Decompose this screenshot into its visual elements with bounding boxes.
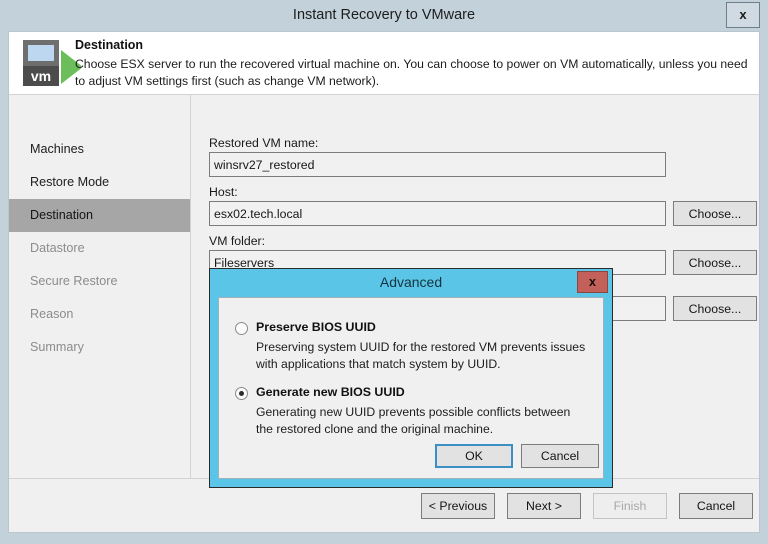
page-title: Destination <box>75 38 143 52</box>
window-close-button[interactable]: x <box>726 2 760 28</box>
sidebar-item-restore-mode[interactable]: Restore Mode <box>9 166 190 199</box>
preserve-bios-uuid-label: Preserve BIOS UUID <box>256 320 376 334</box>
previous-button[interactable]: < Previous <box>421 493 495 519</box>
window-title: Instant Recovery to VMware <box>0 0 768 31</box>
advanced-dialog-ok-button[interactable]: OK <box>435 444 513 468</box>
sidebar-item-destination[interactable]: Destination <box>9 199 190 232</box>
sidebar-item-summary[interactable]: Summary <box>9 331 190 364</box>
window-titlebar: Instant Recovery to VMware x <box>0 0 768 31</box>
generate-new-bios-uuid-label: Generate new BIOS UUID <box>256 385 405 399</box>
wizard-header: vm Destination Choose ESX server to run … <box>9 32 759 94</box>
resource-pool-choose-button[interactable]: Choose... <box>673 296 757 321</box>
instant-recovery-window: Instant Recovery to VMware x vm Destinat… <box>0 0 768 544</box>
advanced-dialog-title: Advanced <box>210 269 612 296</box>
restored-vm-name-input[interactable] <box>209 152 666 177</box>
host-label: Host: <box>209 185 238 199</box>
vm-name-label: Restored VM name: <box>209 136 318 150</box>
vm-folder-label: VM folder: <box>209 234 265 248</box>
advanced-dialog-body: Preserve BIOS UUID Preserving system UUI… <box>218 297 604 479</box>
sidebar-item-datastore[interactable]: Datastore <box>9 232 190 265</box>
vm-folder-choose-button[interactable]: Choose... <box>673 250 757 275</box>
wizard-panel: vm Destination Choose ESX server to run … <box>8 31 760 533</box>
vm-monitor-play-icon: vm <box>17 32 81 92</box>
sidebar-item-reason[interactable]: Reason <box>9 298 190 331</box>
advanced-dialog: Advanced x Preserve BIOS UUID Preserving… <box>209 268 613 488</box>
wizard-step-list: Machines Restore Mode Destination Datast… <box>9 95 190 533</box>
advanced-dialog-close-button[interactable]: x <box>577 271 608 293</box>
generate-new-bios-uuid-radio[interactable] <box>235 387 248 400</box>
generate-new-bios-uuid-description: Generating new UUID prevents possible co… <box>256 404 586 437</box>
advanced-dialog-cancel-button[interactable]: Cancel <box>521 444 599 468</box>
preserve-bios-uuid-description: Preserving system UUID for the restored … <box>256 339 586 372</box>
sidebar-item-secure-restore[interactable]: Secure Restore <box>9 265 190 298</box>
next-button[interactable]: Next > <box>507 493 581 519</box>
cancel-button[interactable]: Cancel <box>679 493 753 519</box>
host-choose-button[interactable]: Choose... <box>673 201 757 226</box>
host-input[interactable] <box>209 201 666 226</box>
finish-button: Finish <box>593 493 667 519</box>
sidebar-item-machines[interactable]: Machines <box>9 133 190 166</box>
page-description: Choose ESX server to run the recovered v… <box>75 56 751 89</box>
preserve-bios-uuid-radio[interactable] <box>235 322 248 335</box>
svg-text:vm: vm <box>31 68 51 84</box>
